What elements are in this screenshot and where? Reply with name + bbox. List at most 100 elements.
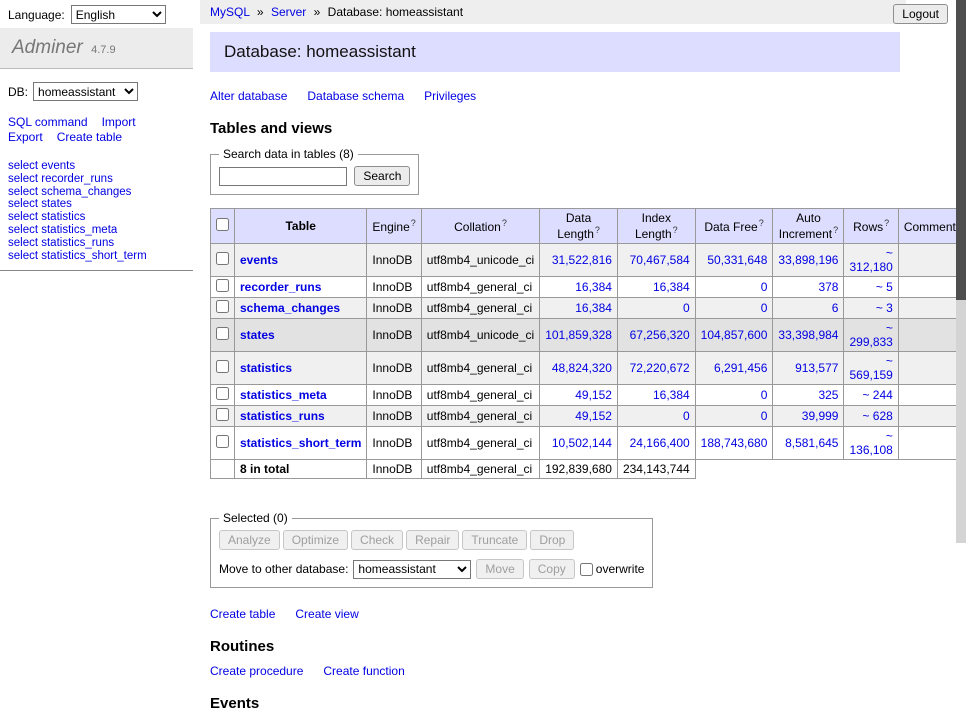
rows-link[interactable]: ~ 628 <box>862 409 892 423</box>
search-input[interactable] <box>219 167 347 186</box>
index-length-link[interactable]: 67,256,320 <box>630 328 690 342</box>
rows-link[interactable]: ~ 299,833 <box>849 321 892 349</box>
rows-link[interactable]: ~ 5 <box>876 280 893 294</box>
index-length-link[interactable]: 16,384 <box>653 280 690 294</box>
help-icon[interactable]: ? <box>595 225 600 235</box>
sidebar-select-statistics-runs[interactable]: select statistics_runs <box>8 237 185 250</box>
scrollbar-track[interactable] <box>956 0 966 543</box>
sidebar-link-create-table[interactable]: Create table <box>57 130 122 144</box>
sidebar-select-statistics-short-term[interactable]: select statistics_short_term <box>8 250 185 263</box>
data-length-link[interactable]: 16,384 <box>575 301 612 315</box>
analyze-button[interactable]: Analyze <box>219 530 280 550</box>
row-checkbox-states[interactable] <box>216 327 229 340</box>
data-free-link[interactable]: 0 <box>761 280 768 294</box>
select-all-checkbox[interactable] <box>216 218 229 231</box>
auto-increment-link[interactable]: 913,577 <box>795 361 838 375</box>
create-table-link[interactable]: Create table <box>210 607 275 621</box>
table-link-statistics[interactable]: statistics <box>240 361 292 375</box>
language-select[interactable]: English <box>71 5 166 24</box>
truncate-button[interactable]: Truncate <box>462 530 527 550</box>
repair-button[interactable]: Repair <box>406 530 459 550</box>
data-length-link[interactable]: 101,859,328 <box>545 328 612 342</box>
help-icon[interactable]: ? <box>759 218 764 228</box>
table-link-statistics_runs[interactable]: statistics_runs <box>240 409 325 423</box>
overwrite-checkbox[interactable] <box>580 563 593 576</box>
table-link-statistics_meta[interactable]: statistics_meta <box>240 388 327 402</box>
data-free-link[interactable]: 188,743,680 <box>701 436 768 450</box>
row-checkbox-recorder_runs[interactable] <box>216 279 229 292</box>
alter-database-link[interactable]: Alter database <box>210 89 287 103</box>
table-link-recorder_runs[interactable]: recorder_runs <box>240 280 321 294</box>
row-checkbox-statistics[interactable] <box>216 360 229 373</box>
sidebar-select-events[interactable]: select events <box>8 160 185 173</box>
help-icon[interactable]: ? <box>833 225 838 235</box>
database-schema-link[interactable]: Database schema <box>307 89 404 103</box>
index-length-link[interactable]: 72,220,672 <box>630 361 690 375</box>
index-length-link[interactable]: 16,384 <box>653 388 690 402</box>
auto-increment-link[interactable]: 8,581,645 <box>785 436 838 450</box>
rows-link[interactable]: ~ 569,159 <box>849 354 892 382</box>
auto-increment-link[interactable]: 39,999 <box>802 409 839 423</box>
sidebar-link-export[interactable]: Export <box>8 130 43 144</box>
copy-button[interactable]: Copy <box>529 559 575 579</box>
auto-increment-link[interactable]: 33,398,984 <box>778 328 838 342</box>
row-checkbox-statistics_short_term[interactable] <box>216 435 229 448</box>
auto-increment-link[interactable]: 6 <box>832 301 839 315</box>
data-free-link[interactable]: 0 <box>761 409 768 423</box>
data-length-link[interactable]: 49,152 <box>575 388 612 402</box>
scrollbar-thumb[interactable] <box>956 0 966 300</box>
help-icon[interactable]: ? <box>502 218 507 228</box>
drop-button[interactable]: Drop <box>530 530 574 550</box>
sidebar-select-statistics[interactable]: select statistics <box>8 211 185 224</box>
data-length-link[interactable]: 16,384 <box>575 280 612 294</box>
row-checkbox-statistics_runs[interactable] <box>216 408 229 421</box>
search-button[interactable]: Search <box>354 166 410 186</box>
sidebar-select-statistics-meta[interactable]: select statistics_meta <box>8 224 185 237</box>
data-free-link[interactable]: 0 <box>761 388 768 402</box>
data-free-link[interactable]: 50,331,648 <box>707 253 767 267</box>
breadcrumb-mysql-link[interactable]: MySQL <box>210 5 250 19</box>
sidebar-select-schema-changes[interactable]: select schema_changes <box>8 186 185 199</box>
auto-increment-link[interactable]: 378 <box>818 280 838 294</box>
data-length-link[interactable]: 31,522,816 <box>552 253 612 267</box>
create-function-link[interactable]: Create function <box>323 664 404 678</box>
db-select[interactable]: homeassistant <box>33 82 138 101</box>
index-length-link[interactable]: 0 <box>683 409 690 423</box>
create-view-link[interactable]: Create view <box>295 607 358 621</box>
adminer-logo[interactable]: Adminer <box>12 37 83 58</box>
privileges-link[interactable]: Privileges <box>424 89 476 103</box>
table-link-schema_changes[interactable]: schema_changes <box>240 301 340 315</box>
sidebar-link-import[interactable]: Import <box>102 115 136 129</box>
data-length-link[interactable]: 10,502,144 <box>552 436 612 450</box>
rows-link[interactable]: ~ 136,108 <box>849 429 892 457</box>
row-checkbox-schema_changes[interactable] <box>216 300 229 313</box>
check-button[interactable]: Check <box>351 530 403 550</box>
data-free-link[interactable]: 104,857,600 <box>701 328 768 342</box>
row-checkbox-events[interactable] <box>216 252 229 265</box>
breadcrumb-server-link[interactable]: Server <box>271 5 306 19</box>
data-length-link[interactable]: 49,152 <box>575 409 612 423</box>
create-procedure-link[interactable]: Create procedure <box>210 664 303 678</box>
move-button[interactable]: Move <box>476 559 523 579</box>
rows-link[interactable]: ~ 312,180 <box>849 246 892 274</box>
table-link-states[interactable]: states <box>240 328 275 342</box>
index-length-link[interactable]: 0 <box>683 301 690 315</box>
row-checkbox-statistics_meta[interactable] <box>216 387 229 400</box>
table-link-events[interactable]: events <box>240 253 278 267</box>
sidebar-link-sql-command[interactable]: SQL command <box>8 115 88 129</box>
data-length-link[interactable]: 48,824,320 <box>552 361 612 375</box>
move-database-select[interactable]: homeassistant <box>353 560 471 579</box>
index-length-link[interactable]: 70,467,584 <box>630 253 690 267</box>
help-icon[interactable]: ? <box>673 225 678 235</box>
logout-button[interactable]: Logout <box>893 4 948 24</box>
sidebar-select-recorder-runs[interactable]: select recorder_runs <box>8 173 185 186</box>
rows-link[interactable]: ~ 244 <box>862 388 892 402</box>
auto-increment-link[interactable]: 33,898,196 <box>778 253 838 267</box>
data-free-link[interactable]: 6,291,456 <box>714 361 767 375</box>
optimize-button[interactable]: Optimize <box>283 530 348 550</box>
rows-link[interactable]: ~ 3 <box>876 301 893 315</box>
index-length-link[interactable]: 24,166,400 <box>630 436 690 450</box>
table-link-statistics_short_term[interactable]: statistics_short_term <box>240 436 361 450</box>
auto-increment-link[interactable]: 325 <box>818 388 838 402</box>
help-icon[interactable]: ? <box>884 218 889 228</box>
